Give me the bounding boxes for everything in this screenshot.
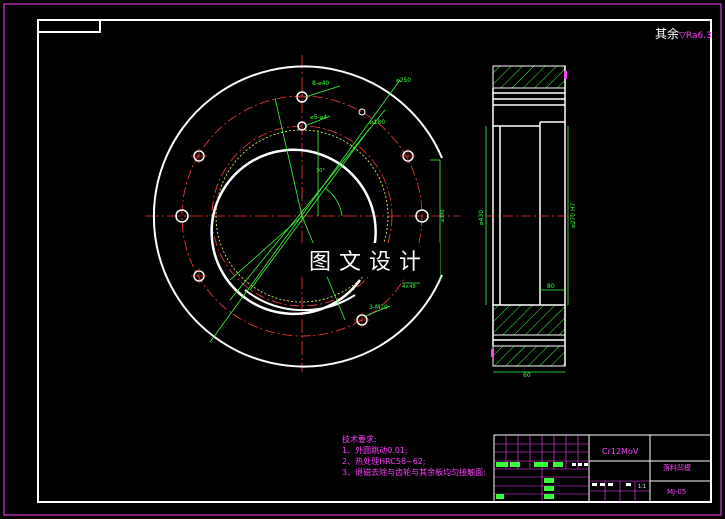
front-view: 8-⌀40 ⌀5-⌀4 ⌀250 ⌀180 30° ⌀390 3-M10 4×4… [145, 55, 460, 372]
front-label-dia-250: ⌀250 [396, 77, 411, 84]
tech-note-item: 2、热处理HRC58~62; [342, 457, 426, 466]
side-label-dia-right: ⌀270 H7 [570, 203, 577, 228]
side-label-len-60: 60 [523, 372, 531, 379]
tech-notes-title: 技术要求: [342, 435, 377, 444]
front-label-dia-180: ⌀180 [370, 119, 385, 126]
side-view: ⌀430 ⌀270 H7 80 60 [478, 65, 577, 379]
section-hatch-bottom [492, 304, 566, 336]
title-material: Cr12MoV [602, 447, 639, 456]
title-block: Cr12MoV 落料凹模 MJ-05 1:1 [493, 434, 712, 503]
front-label-dia-390: ⌀390 [440, 209, 446, 222]
tech-note-item: 3、退磁去除与齿轮与其余板均匀接触面; [342, 468, 486, 477]
front-label-angle-30: 30° [316, 168, 325, 174]
front-label-len-48: 4×48 [402, 284, 416, 290]
section-hatch-top [492, 65, 566, 89]
roughness-symbol: ▽Ra6.3 [679, 31, 712, 41]
side-marker-top [564, 71, 567, 79]
front-label-hole-top: 8-⌀40 [312, 80, 329, 87]
watermark-text: 图文设计 [308, 250, 429, 275]
surface-finish-text: 其余 [655, 27, 680, 41]
watermark-banner: 图文设计 [298, 243, 440, 277]
title-scale: 1:1 [638, 484, 646, 490]
technical-requirements: 技术要求: 1、外圆跳动0.01; 2、热处理HRC58~62; 3、退磁去除与… [342, 434, 486, 478]
title-drawing-no: MJ-05 [667, 488, 686, 496]
sheet-corner-tab [38, 20, 101, 33]
section-hatch-foot [492, 345, 566, 367]
surface-finish-note: 其余▽Ra6.3 [655, 25, 712, 42]
tech-note-item: 1、外圆跳动0.01; [342, 446, 408, 455]
front-label-hole-small: ⌀5-⌀4 [310, 114, 327, 121]
side-label-len-80: 80 [547, 283, 555, 290]
front-label-hole-bottom: 3-M10 [369, 304, 388, 311]
bolt-hole[interactable] [358, 108, 366, 116]
inner-bore-arc [210, 148, 377, 316]
title-part-name: 落料凹模 [663, 463, 691, 472]
side-marker-bottom [491, 349, 494, 357]
side-label-dia-left: ⌀430 [478, 210, 485, 225]
